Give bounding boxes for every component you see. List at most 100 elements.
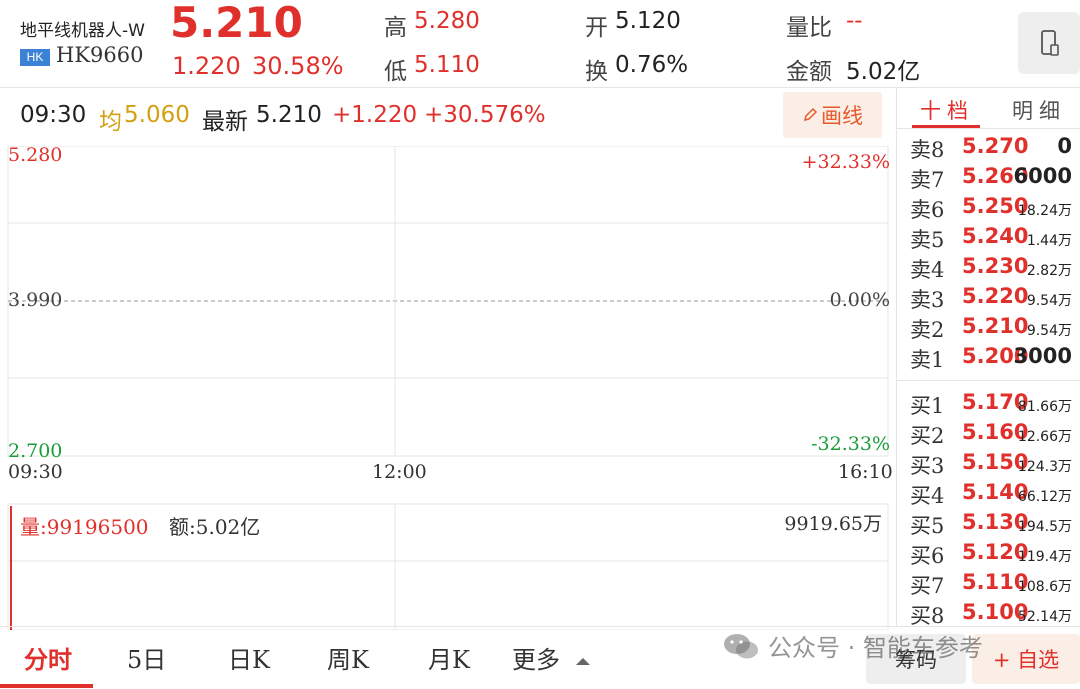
ask-volume: 9.54万	[1026, 323, 1072, 339]
bid-volume: 119.4万	[1017, 549, 1072, 565]
volume-ratio-label: 量比	[786, 15, 832, 41]
time-axis-mid: 12:00	[372, 461, 427, 483]
more-label: 更多	[512, 646, 560, 674]
bid-volume: 66.12万	[1017, 489, 1072, 505]
ask-volume: 9.54万	[1026, 293, 1072, 309]
high-value: 5.280	[414, 8, 480, 34]
panel-divider	[896, 88, 897, 626]
watermark: 公众号 · 智能车参考	[722, 628, 983, 663]
mobile-view-button[interactable]	[1018, 12, 1080, 74]
bid-level-label: 买2	[910, 424, 945, 448]
low-value: 5.110	[414, 52, 480, 78]
tab-order-book[interactable]: 十档	[920, 95, 974, 125]
info-change: +1.220	[332, 102, 418, 128]
price-axis-mid: 3.990	[8, 289, 63, 311]
latest-label: 最新	[202, 109, 248, 135]
bid-volume: 124.3万	[1017, 459, 1072, 475]
info-time: 09:30	[20, 102, 87, 128]
watermark-text: 公众号 · 智能车参考	[768, 634, 983, 662]
volume-ratio-value: --	[846, 8, 863, 34]
ask-level-label: 卖4	[910, 258, 945, 282]
time-axis-start: 09:30	[8, 461, 63, 483]
tab-trade-detail[interactable]: 明细	[1012, 95, 1066, 125]
ask-row[interactable]: 卖7 5.260 6000	[898, 162, 1080, 192]
ask-row[interactable]: 卖1 5.200 3000	[898, 342, 1080, 372]
volume-max: 9919.65万	[784, 513, 882, 535]
ask-level-label: 卖6	[910, 198, 945, 222]
tab-intraday[interactable]: 分时	[24, 640, 72, 675]
low-label: 低	[384, 59, 407, 85]
bid-row[interactable]: 买5 5.130 194.5万	[898, 508, 1080, 538]
bid-row[interactable]: 买7 5.110 108.6万	[898, 568, 1080, 598]
ask-row[interactable]: 卖2 5.210 9.54万	[898, 312, 1080, 342]
nav-underline	[0, 684, 93, 688]
ask-volume: 18.24万	[1017, 203, 1072, 219]
ask-level-label: 卖8	[910, 138, 945, 162]
ask-price: 5.230	[962, 254, 1029, 278]
market-badge: HK	[20, 49, 50, 66]
volume-label: 量:99196500	[20, 515, 149, 539]
bid-volume: 52.14万	[1017, 609, 1072, 625]
bid-row[interactable]: 买6 5.120 119.4万	[898, 538, 1080, 568]
stock-name: 地平线机器人-W	[20, 21, 145, 41]
ask-row[interactable]: 卖3 5.220 9.54万	[898, 282, 1080, 312]
ask-bid-divider	[897, 380, 1080, 381]
add-watchlist-button[interactable]: + 自选	[972, 634, 1080, 684]
intraday-chart[interactable]	[0, 146, 896, 630]
pct-axis-bottom: -32.33%	[811, 433, 890, 455]
avg-label: 均	[99, 109, 122, 135]
pencil-icon	[803, 107, 818, 122]
pct-axis-top: +32.33%	[801, 151, 890, 173]
nav-divider	[0, 626, 1080, 627]
bid-row[interactable]: 买4 5.140 66.12万	[898, 478, 1080, 508]
bid-row[interactable]: 买8 5.100 52.14万	[898, 598, 1080, 628]
draw-line-label: 画线	[821, 104, 863, 128]
tab-daily-k[interactable]: 日K	[228, 640, 270, 675]
price-axis-bottom: 2.700	[8, 440, 63, 462]
turnover-label: 换	[585, 59, 608, 85]
ask-row[interactable]: 卖4 5.230 2.82万	[898, 252, 1080, 282]
ask-volume: 1.44万	[1026, 233, 1072, 249]
price-change-percent: 30.58%	[252, 52, 344, 80]
bid-volume: 81.66万	[1017, 399, 1072, 415]
ask-volume: 6000	[1013, 164, 1072, 188]
bid-level-label: 买1	[910, 394, 945, 418]
ask-level-label: 卖5	[910, 228, 945, 252]
ask-volume: 3000	[1013, 344, 1072, 368]
current-price: 5.210	[170, 0, 303, 47]
price-change: 1.220	[172, 52, 241, 80]
price-axis-top: 5.280	[8, 144, 63, 166]
ask-row[interactable]: 卖5 5.240 1.44万	[898, 222, 1080, 252]
amount-label-chart: 额:5.02亿	[169, 515, 261, 539]
bid-row[interactable]: 买3 5.150 124.3万	[898, 448, 1080, 478]
ask-row[interactable]: 卖8 5.270 0	[898, 132, 1080, 162]
amount-value: 5.02亿	[846, 59, 921, 85]
bid-level-label: 买7	[910, 574, 945, 598]
header-divider	[0, 87, 1080, 88]
tab-monthly-k[interactable]: 月K	[428, 640, 470, 675]
draw-line-button[interactable]: 画线	[783, 92, 882, 138]
bid-level-label: 买4	[910, 484, 945, 508]
ask-row[interactable]: 卖6 5.250 18.24万	[898, 192, 1080, 222]
tab-weekly-k[interactable]: 周K	[327, 640, 369, 675]
turnover-value: 0.76%	[615, 52, 689, 78]
wechat-icon	[724, 633, 758, 658]
bid-level-label: 买5	[910, 514, 945, 538]
amount-label: 金额	[786, 59, 832, 85]
avg-value: 5.060	[124, 102, 190, 128]
triangle-up-icon	[575, 658, 590, 665]
ask-volume: 2.82万	[1026, 263, 1072, 279]
info-change-percent: +30.576%	[424, 102, 546, 128]
ask-price: 5.240	[962, 224, 1029, 248]
bid-row[interactable]: 买2 5.160 12.66万	[898, 418, 1080, 448]
bid-level-label: 买3	[910, 454, 945, 478]
tab-more[interactable]: 更多	[512, 640, 592, 675]
ask-volume: 0	[1057, 134, 1072, 158]
bid-row[interactable]: 买1 5.170 81.66万	[898, 388, 1080, 418]
time-axis-end: 16:10	[838, 461, 893, 483]
open-value: 5.120	[615, 8, 681, 34]
ask-price: 5.270	[962, 134, 1029, 158]
tab-5day[interactable]: 5日	[127, 640, 166, 675]
ask-level-label: 卖7	[910, 168, 945, 192]
ask-price: 5.220	[962, 284, 1029, 308]
